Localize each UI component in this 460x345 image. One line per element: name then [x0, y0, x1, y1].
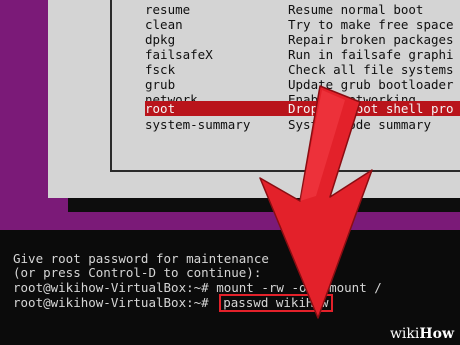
- watermark-how: How: [419, 326, 454, 342]
- red-arrow-icon: [259, 85, 373, 319]
- watermark-wiki: wiki: [389, 326, 420, 342]
- wikihow-watermark: wikiHow: [390, 326, 454, 342]
